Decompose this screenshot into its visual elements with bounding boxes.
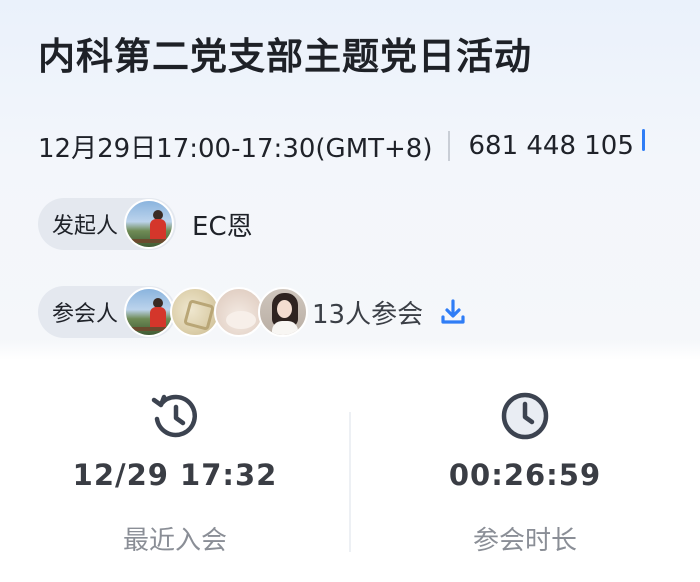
stats-panel: 12/29 17:32 最近入会 00:26:59 参会时长 bbox=[0, 360, 700, 582]
participant-avatar bbox=[258, 287, 309, 337]
text-cursor bbox=[641, 129, 645, 151]
participant-avatar bbox=[124, 287, 175, 337]
meeting-title: 内科第二党支部主题党日活动 bbox=[38, 35, 532, 78]
meta-divider bbox=[448, 131, 451, 161]
host-label: 发起人 bbox=[52, 214, 119, 239]
meeting-meta: 12月29日17:00-17:30(GMT+8) 681 448 105 bbox=[38, 126, 645, 166]
stat-last-join: 12/29 17:32 最近入会 bbox=[0, 360, 350, 582]
participants-pill[interactable]: 参会人 bbox=[38, 286, 177, 338]
participant-avatar bbox=[170, 287, 221, 337]
host-name: EC恩 bbox=[192, 211, 253, 242]
download-icon[interactable] bbox=[437, 296, 469, 328]
meeting-id[interactable]: 681 448 105 bbox=[468, 131, 633, 161]
duration-caption: 参会时长 bbox=[472, 526, 577, 556]
last-join-time: 12/29 17:32 bbox=[72, 458, 278, 492]
host-pill[interactable]: 发起人 bbox=[38, 198, 177, 250]
host-avatar bbox=[124, 199, 175, 249]
clock-icon bbox=[499, 390, 551, 442]
duration-value: 00:26:59 bbox=[448, 458, 602, 492]
last-join-caption: 最近入会 bbox=[122, 526, 227, 556]
meeting-time-range: 12月29日17:00-17:30(GMT+8) bbox=[38, 133, 433, 164]
participants-label: 参会人 bbox=[52, 302, 119, 327]
history-icon bbox=[149, 390, 201, 442]
host-row: 发起人 EC恩 bbox=[38, 198, 253, 250]
participants-row: 参会人 13人参会 bbox=[38, 286, 469, 338]
participant-count[interactable]: 13人参会 bbox=[312, 294, 423, 331]
participant-avatar bbox=[214, 287, 265, 337]
stat-duration: 00:26:59 参会时长 bbox=[350, 360, 700, 582]
